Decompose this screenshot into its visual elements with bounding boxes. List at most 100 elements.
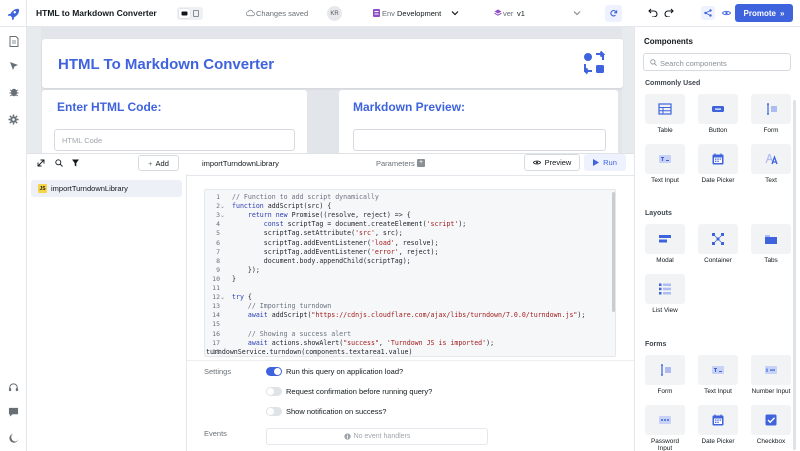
component-label: Form: [657, 388, 673, 395]
fold-chevron-icon[interactable]: ⌄: [220, 203, 225, 210]
code-line: await actions.showAlert("success", 'Turn…: [247, 338, 495, 347]
query-preview-button[interactable]: Preview: [524, 154, 580, 171]
component-tile[interactable]: [751, 355, 791, 385]
component-label: List View: [652, 307, 678, 314]
code-line: turndownService.turndown(components.text…: [206, 347, 413, 356]
share-button[interactable]: [701, 6, 715, 20]
undo-icon[interactable]: [648, 8, 658, 17]
input-container[interactable]: Enter HTML Code: HTML Code: [42, 90, 307, 153]
code-editor[interactable]: 1 2 ⌄ 3 ⌄ 4 5 6 7 8 9 10 11 12 ⌄ 13 14 15 16 17 18 // Functi…: [204, 189, 616, 357]
chevron-down-icon[interactable]: [451, 10, 459, 16]
query-list-item[interactable]: JS importTurndownLibrary: [31, 180, 182, 197]
panel-scrollbar[interactable]: [793, 100, 796, 450]
avatar[interactable]: KR: [327, 6, 342, 21]
parameters-label: Parameters: [376, 159, 415, 168]
top-bar: HTML to Markdown Converter Changes saved…: [0, 0, 800, 27]
component-label: Date Picker: [701, 177, 735, 184]
preview-container[interactable]: Markdown Preview:: [339, 90, 618, 153]
plus-icon: +: [148, 158, 153, 168]
text-icon: [765, 153, 778, 165]
markdown-preview-box[interactable]: [353, 129, 606, 151]
component-tile[interactable]: [645, 224, 685, 254]
component-tile[interactable]: [698, 94, 738, 124]
active-query-name[interactable]: importTurndownLibrary: [202, 159, 279, 168]
calendar-icon: [712, 153, 724, 165]
component-tile[interactable]: [645, 355, 685, 385]
search-placeholder: Search components: [660, 59, 727, 68]
environment-icon: [373, 9, 380, 17]
refresh-button[interactable]: [605, 5, 622, 22]
debugger-bug-icon[interactable]: [7, 85, 20, 98]
component-search-input[interactable]: Search components: [643, 53, 791, 71]
page-icon: [193, 10, 199, 17]
promote-button[interactable]: Promote »: [735, 4, 793, 22]
component-label: Text Input: [651, 177, 679, 184]
collapse-icon[interactable]: [37, 159, 45, 167]
dark-mode-moon-icon[interactable]: [7, 431, 20, 444]
checkbox-icon: [765, 414, 777, 426]
run-on-load-toggle[interactable]: [266, 367, 282, 376]
component-tile[interactable]: [751, 224, 791, 254]
code-line: scriptTag.addEventListener('load', resol…: [232, 238, 439, 247]
password-input-icon: [659, 416, 671, 424]
editor-scrollbar[interactable]: [612, 192, 615, 312]
pages-icon[interactable]: [7, 35, 20, 48]
preview-heading: Markdown Preview:: [353, 100, 466, 114]
inspector-icon[interactable]: [7, 59, 20, 72]
component-tile[interactable]: [751, 405, 791, 435]
preview-label: Preview: [544, 158, 572, 167]
headset-support-icon[interactable]: [7, 381, 20, 394]
redo-icon[interactable]: [664, 8, 674, 17]
version-selector[interactable]: v1: [517, 9, 525, 18]
version-label: ver: [503, 9, 514, 18]
run-on-load-label: Run this query on application load?: [286, 367, 404, 376]
event-handlers-box[interactable]: No event handlers: [266, 428, 488, 445]
component-tile[interactable]: [698, 224, 738, 254]
code-line: function addScript(src) {: [232, 202, 332, 211]
component-tile[interactable]: [645, 405, 685, 435]
components-title: Components: [644, 37, 693, 46]
app-logo[interactable]: [0, 0, 27, 27]
filter-icon[interactable]: [72, 159, 79, 167]
editor-mode-toggle[interactable]: [177, 7, 203, 20]
query-name: importTurndownLibrary: [51, 184, 128, 193]
info-icon: [343, 433, 351, 440]
run-query-button[interactable]: Run: [584, 154, 626, 171]
settings-gear-icon[interactable]: [7, 113, 20, 126]
component-tile[interactable]: [698, 355, 738, 385]
title-container[interactable]: HTML To Markdown Converter: [42, 39, 623, 88]
line-number: 14: [212, 311, 220, 320]
input-heading: Enter HTML Code:: [57, 100, 162, 114]
fold-chevron-icon[interactable]: ⌄: [220, 212, 225, 219]
confirm-before-run-toggle[interactable]: [266, 387, 282, 396]
component-tile[interactable]: [751, 144, 791, 174]
rocket-icon: [7, 8, 20, 20]
component-label: Tabs: [764, 257, 778, 264]
confirm-before-run-label: Request confirmation before running quer…: [286, 387, 433, 396]
notify-on-success-toggle[interactable]: [266, 407, 282, 416]
component-label: Modal: [656, 257, 674, 264]
chevron-down-icon[interactable]: [573, 10, 581, 16]
component-tile[interactable]: [698, 144, 738, 174]
comments-icon[interactable]: [7, 405, 20, 418]
line-number: 17: [212, 338, 220, 347]
component-tile[interactable]: [698, 405, 738, 435]
fold-chevron-icon[interactable]: ⌄: [220, 294, 225, 301]
share-icon: [704, 9, 712, 17]
env-selector[interactable]: Development: [397, 9, 441, 18]
component-tile[interactable]: [751, 94, 791, 124]
settings-divider: [187, 360, 634, 361]
app-preview-button[interactable]: [719, 6, 733, 20]
add-query-button[interactable]: + Add: [138, 155, 179, 171]
html-code-textarea[interactable]: HTML Code: [54, 129, 295, 151]
component-tile[interactable]: [645, 94, 685, 124]
code-line: });: [232, 265, 260, 274]
add-parameter-button[interactable]: +: [417, 159, 425, 167]
component-tile[interactable]: [645, 144, 685, 174]
search-icon[interactable]: [55, 159, 63, 167]
line-number: 9: [216, 265, 220, 274]
settings-label: Settings: [204, 367, 232, 376]
query-list: [27, 174, 187, 451]
button-icon: [712, 106, 724, 112]
component-tile[interactable]: [645, 274, 685, 304]
